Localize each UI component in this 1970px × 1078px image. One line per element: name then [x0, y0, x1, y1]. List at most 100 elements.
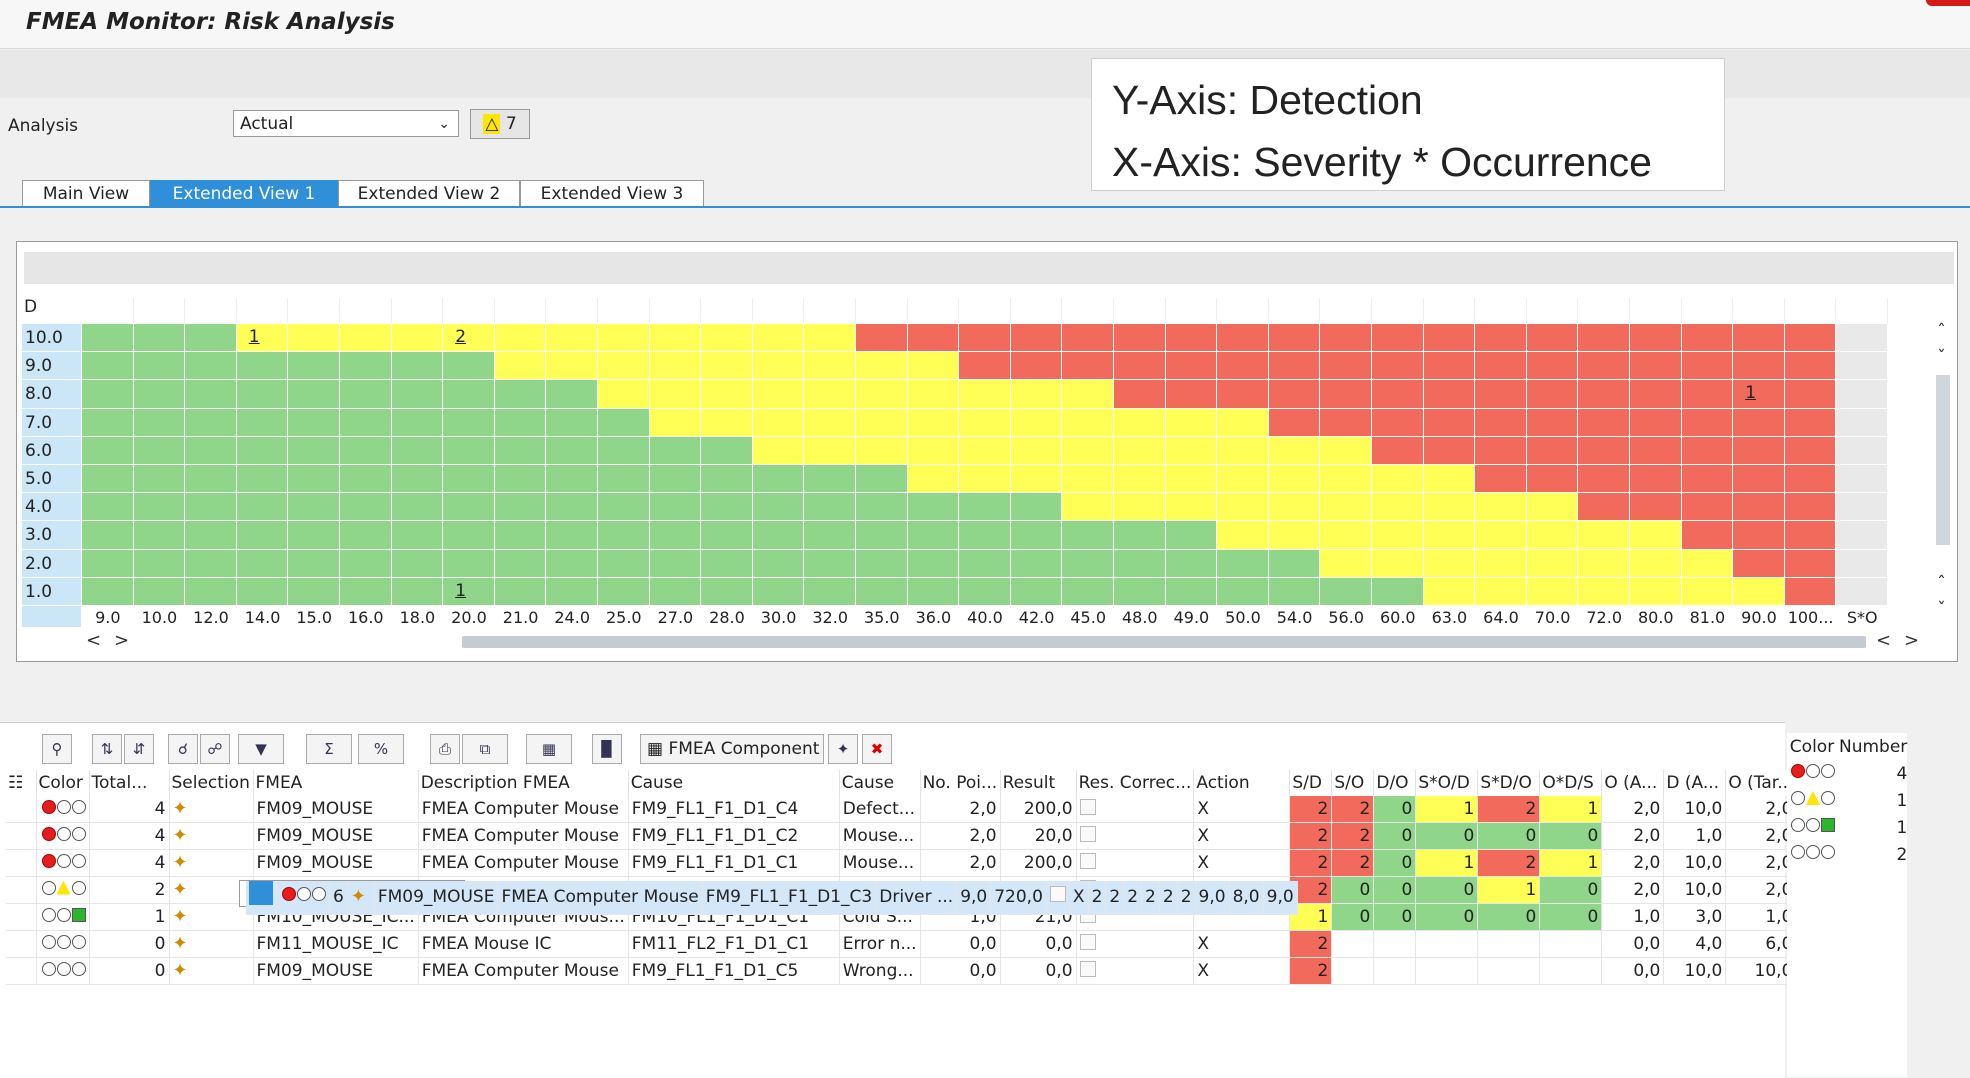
- matrix-cell[interactable]: [959, 577, 1011, 606]
- matrix-cell[interactable]: [1423, 352, 1476, 381]
- sum-icon[interactable]: Σ: [306, 734, 352, 764]
- matrix-cell[interactable]: [1423, 380, 1476, 409]
- matrix-cell[interactable]: [1217, 577, 1269, 606]
- matrix-cell[interactable]: [1062, 380, 1114, 409]
- matrix-cell[interactable]: [856, 493, 908, 522]
- matrix-cell[interactable]: [133, 408, 186, 437]
- selection-cell[interactable]: ✦: [169, 849, 254, 877]
- matrix-cell[interactable]: [185, 521, 237, 550]
- matrix-cell[interactable]: [1320, 408, 1372, 437]
- matrix-cell[interactable]: [1733, 380, 1785, 409]
- column-header[interactable]: Res. Correc...: [1076, 770, 1195, 796]
- matrix-cell[interactable]: [1268, 352, 1321, 381]
- matrix-cell[interactable]: [1217, 493, 1269, 522]
- matrix-cell[interactable]: [752, 352, 805, 381]
- matrix-cell[interactable]: [236, 408, 289, 437]
- matrix-cell[interactable]: [1114, 521, 1166, 550]
- matrix-cell[interactable]: [288, 521, 340, 550]
- checkbox[interactable]: [1079, 798, 1096, 815]
- column-header[interactable]: O*D/S: [1539, 770, 1603, 796]
- matrix-cell[interactable]: [1681, 549, 1734, 578]
- print-icon[interactable]: ⎙: [430, 734, 460, 764]
- matrix-cell[interactable]: [1681, 408, 1734, 437]
- column-header[interactable]: S/O: [1331, 770, 1375, 796]
- matrix-cell[interactable]: [391, 521, 444, 550]
- selection-cell[interactable]: ✦: [169, 796, 254, 823]
- matrix-cell[interactable]: [1114, 352, 1166, 381]
- matrix-cell[interactable]: [133, 577, 186, 606]
- chevron-up-icon[interactable]: ˆ: [1937, 321, 1946, 342]
- matrix-cell[interactable]: [959, 408, 1011, 437]
- matrix-cell[interactable]: [340, 380, 392, 409]
- matrix-cell[interactable]: [907, 465, 960, 494]
- matrix-cell[interactable]: [1733, 408, 1785, 437]
- matrix-cell[interactable]: [856, 324, 908, 353]
- matrix-cell[interactable]: [1114, 493, 1166, 522]
- matrix-cell[interactable]: [1372, 352, 1424, 381]
- matrix-cell[interactable]: [1423, 465, 1476, 494]
- matrix-cell[interactable]: [959, 493, 1011, 522]
- table-row[interactable]: 0 ✦ FM09_MOUSE FMEA Computer Mouse FM9_FL1_F…: [6, 957, 1797, 985]
- res-correct-cell[interactable]: [1076, 822, 1195, 850]
- table-row[interactable]: 4 ✦ FM09_MOUSE FMEA Computer Mouse FM9_FL1_F…: [6, 849, 1797, 877]
- matrix-cell[interactable]: [1165, 549, 1218, 578]
- matrix-cell[interactable]: [185, 408, 237, 437]
- column-header[interactable]: Description FMEA: [418, 770, 629, 796]
- matrix-cell[interactable]: [804, 549, 856, 578]
- matrix-cell[interactable]: [1423, 324, 1476, 353]
- matrix-cell[interactable]: [1320, 465, 1372, 494]
- matrix-cell[interactable]: [391, 352, 444, 381]
- matrix-cell[interactable]: [1526, 352, 1579, 381]
- matrix-cell[interactable]: [546, 380, 598, 409]
- matrix-cell[interactable]: [185, 493, 237, 522]
- matrix-cell[interactable]: [1268, 380, 1321, 409]
- column-header[interactable]: Selection: [169, 770, 254, 796]
- matrix-cell[interactable]: [907, 493, 960, 522]
- matrix-cell[interactable]: [959, 352, 1011, 381]
- matrix-cell[interactable]: [1062, 465, 1114, 494]
- column-header[interactable]: S*D/O: [1477, 770, 1541, 796]
- warning-button[interactable]: △ 7: [470, 109, 530, 139]
- matrix-cell[interactable]: [288, 408, 340, 437]
- matrix-cell[interactable]: [1268, 436, 1321, 465]
- scroll-thumb[interactable]: [1936, 375, 1950, 545]
- matrix-cell[interactable]: [288, 577, 340, 606]
- matrix-cell[interactable]: [1733, 577, 1785, 606]
- matrix-cell[interactable]: [288, 352, 340, 381]
- matrix-cell[interactable]: [133, 493, 186, 522]
- matrix-cell[interactable]: [82, 521, 134, 550]
- matrix-cell[interactable]: [1114, 465, 1166, 494]
- matrix-cell[interactable]: [546, 549, 598, 578]
- column-header[interactable]: D/O: [1373, 770, 1417, 796]
- matrix-cell[interactable]: [494, 521, 547, 550]
- layout-icon[interactable]: ▦: [526, 734, 572, 764]
- matrix-cell[interactable]: [494, 549, 547, 578]
- matrix-cell[interactable]: [1372, 493, 1424, 522]
- matrix-cell[interactable]: [1578, 436, 1630, 465]
- matrix-cell[interactable]: [443, 408, 495, 437]
- matrix-cell[interactable]: [443, 577, 495, 606]
- matrix-cell[interactable]: [1784, 352, 1837, 381]
- matrix-cell[interactable]: [959, 380, 1011, 409]
- matrix-cell[interactable]: [1475, 577, 1527, 606]
- matrix-cell[interactable]: [1062, 352, 1114, 381]
- matrix-cell[interactable]: [701, 465, 753, 494]
- table-row[interactable]: 0 ✦ FM11_MOUSE_IC FMEA Mouse IC FM11_FL2_F1_…: [6, 930, 1797, 958]
- matrix-cell[interactable]: [649, 352, 702, 381]
- matrix-cell[interactable]: [1733, 521, 1785, 550]
- matrix-cell[interactable]: [236, 577, 289, 606]
- matrix-cell[interactable]: [959, 465, 1011, 494]
- column-header[interactable]: O (Tar...: [1725, 770, 1797, 796]
- matrix-cell[interactable]: [1114, 380, 1166, 409]
- matrix-cell[interactable]: [1784, 465, 1837, 494]
- matrix-cell[interactable]: [1784, 408, 1837, 437]
- matrix-cell[interactable]: [1320, 549, 1372, 578]
- matrix-cell[interactable]: [391, 465, 444, 494]
- matrix-cell[interactable]: [391, 577, 444, 606]
- matrix-cell[interactable]: [752, 380, 805, 409]
- matrix-cell[interactable]: [1681, 380, 1734, 409]
- matrix-cell[interactable]: [1372, 436, 1424, 465]
- navigate-icon[interactable]: ✦: [828, 734, 858, 764]
- matrix-cell[interactable]: [804, 493, 856, 522]
- chevron-up-icon[interactable]: ˆ: [1937, 573, 1946, 594]
